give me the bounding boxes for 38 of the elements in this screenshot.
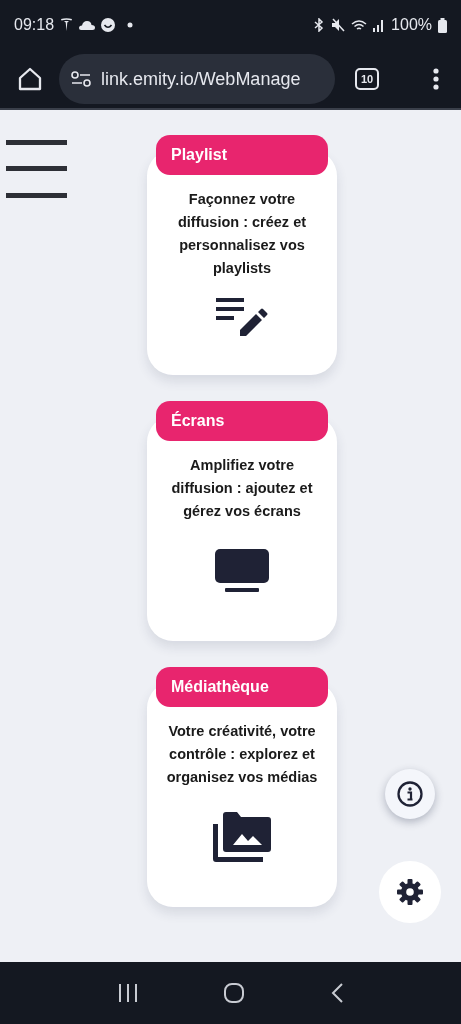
mute-icon [331,18,346,32]
wifi-icon [351,18,368,32]
recent-apps-button[interactable] [118,984,139,1002]
site-settings-icon [71,71,91,87]
battery-percent: 100% [391,16,432,34]
monitor-icon [215,549,269,593]
recent-apps-icon [118,984,139,1002]
info-button[interactable] [385,769,435,819]
more-menu-button[interactable] [433,68,439,90]
cloud-icon [79,20,96,30]
t-logo-icon [60,18,74,32]
battery-icon [438,17,447,33]
back-button[interactable] [330,983,343,1003]
signal-icon [373,18,386,32]
more-icon [433,68,439,90]
menu-icon [6,140,67,198]
photo-folder-icon [213,812,271,862]
home-button[interactable] [17,67,43,91]
card-title-tab[interactable]: Écrans [156,401,328,441]
clock-time: 09:18 [14,16,55,34]
home-nav-button[interactable] [224,983,245,1003]
address-bar[interactable]: link.emity.io/WebManage [59,54,335,104]
card-description: Amplifiez votre diffusion : ajoutez et gérez vos écrans [170,456,314,521]
home-icon [17,67,43,91]
card-title-tab[interactable]: Médiathèque [156,667,328,707]
card-description: Votre créativité, votre contrôle : explorez et organisez vos médias [165,722,319,787]
dot-icon [127,22,134,28]
settings-icon [397,879,423,905]
bluetooth-icon [313,18,326,32]
card-title-tab[interactable]: Playlist [156,135,328,175]
menu-button[interactable] [6,140,67,201]
smiley-icon [101,18,116,32]
back-icon [330,983,343,1003]
playlist-edit-icon [216,297,268,336]
card-description: Façonnez votre diffusion : créez et personnalisez vos playlists [176,190,308,278]
tab-count-button[interactable]: 10 [355,68,379,90]
info-icon [397,781,423,807]
url-text: link.emity.io/WebManage [101,68,301,90]
